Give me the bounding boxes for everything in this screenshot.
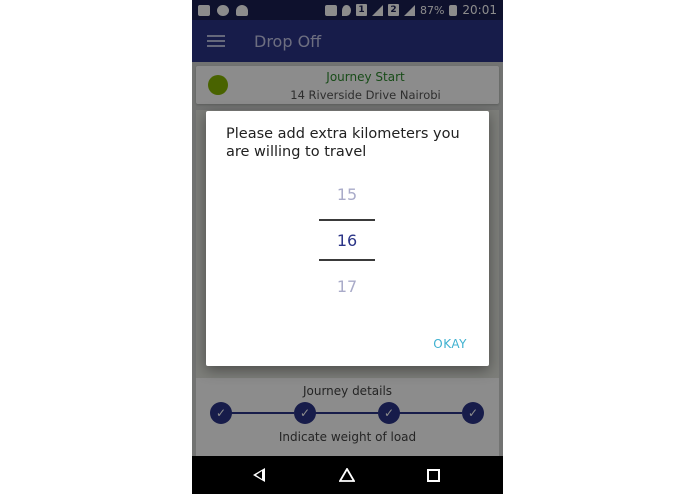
home-icon[interactable] [339, 468, 355, 482]
phone-screen: 1 2 87% 20:01 Drop Off Journey Start 14 … [192, 0, 503, 494]
picker-divider-bottom [319, 259, 375, 261]
back-icon[interactable] [253, 468, 265, 482]
number-picker[interactable]: 15 16 17 [319, 179, 375, 309]
picker-previous-value[interactable]: 15 [319, 185, 375, 204]
recent-apps-icon[interactable] [427, 469, 440, 482]
navigation-bar [192, 456, 503, 494]
extra-km-dialog: Please add extra kilometers you are will… [206, 111, 489, 366]
picker-divider-top [319, 219, 375, 221]
picker-next-value[interactable]: 17 [319, 277, 375, 296]
picker-selected-value[interactable]: 16 [319, 231, 375, 250]
okay-button[interactable]: OKAY [433, 337, 467, 351]
dialog-title: Please add extra kilometers you are will… [226, 126, 460, 160]
